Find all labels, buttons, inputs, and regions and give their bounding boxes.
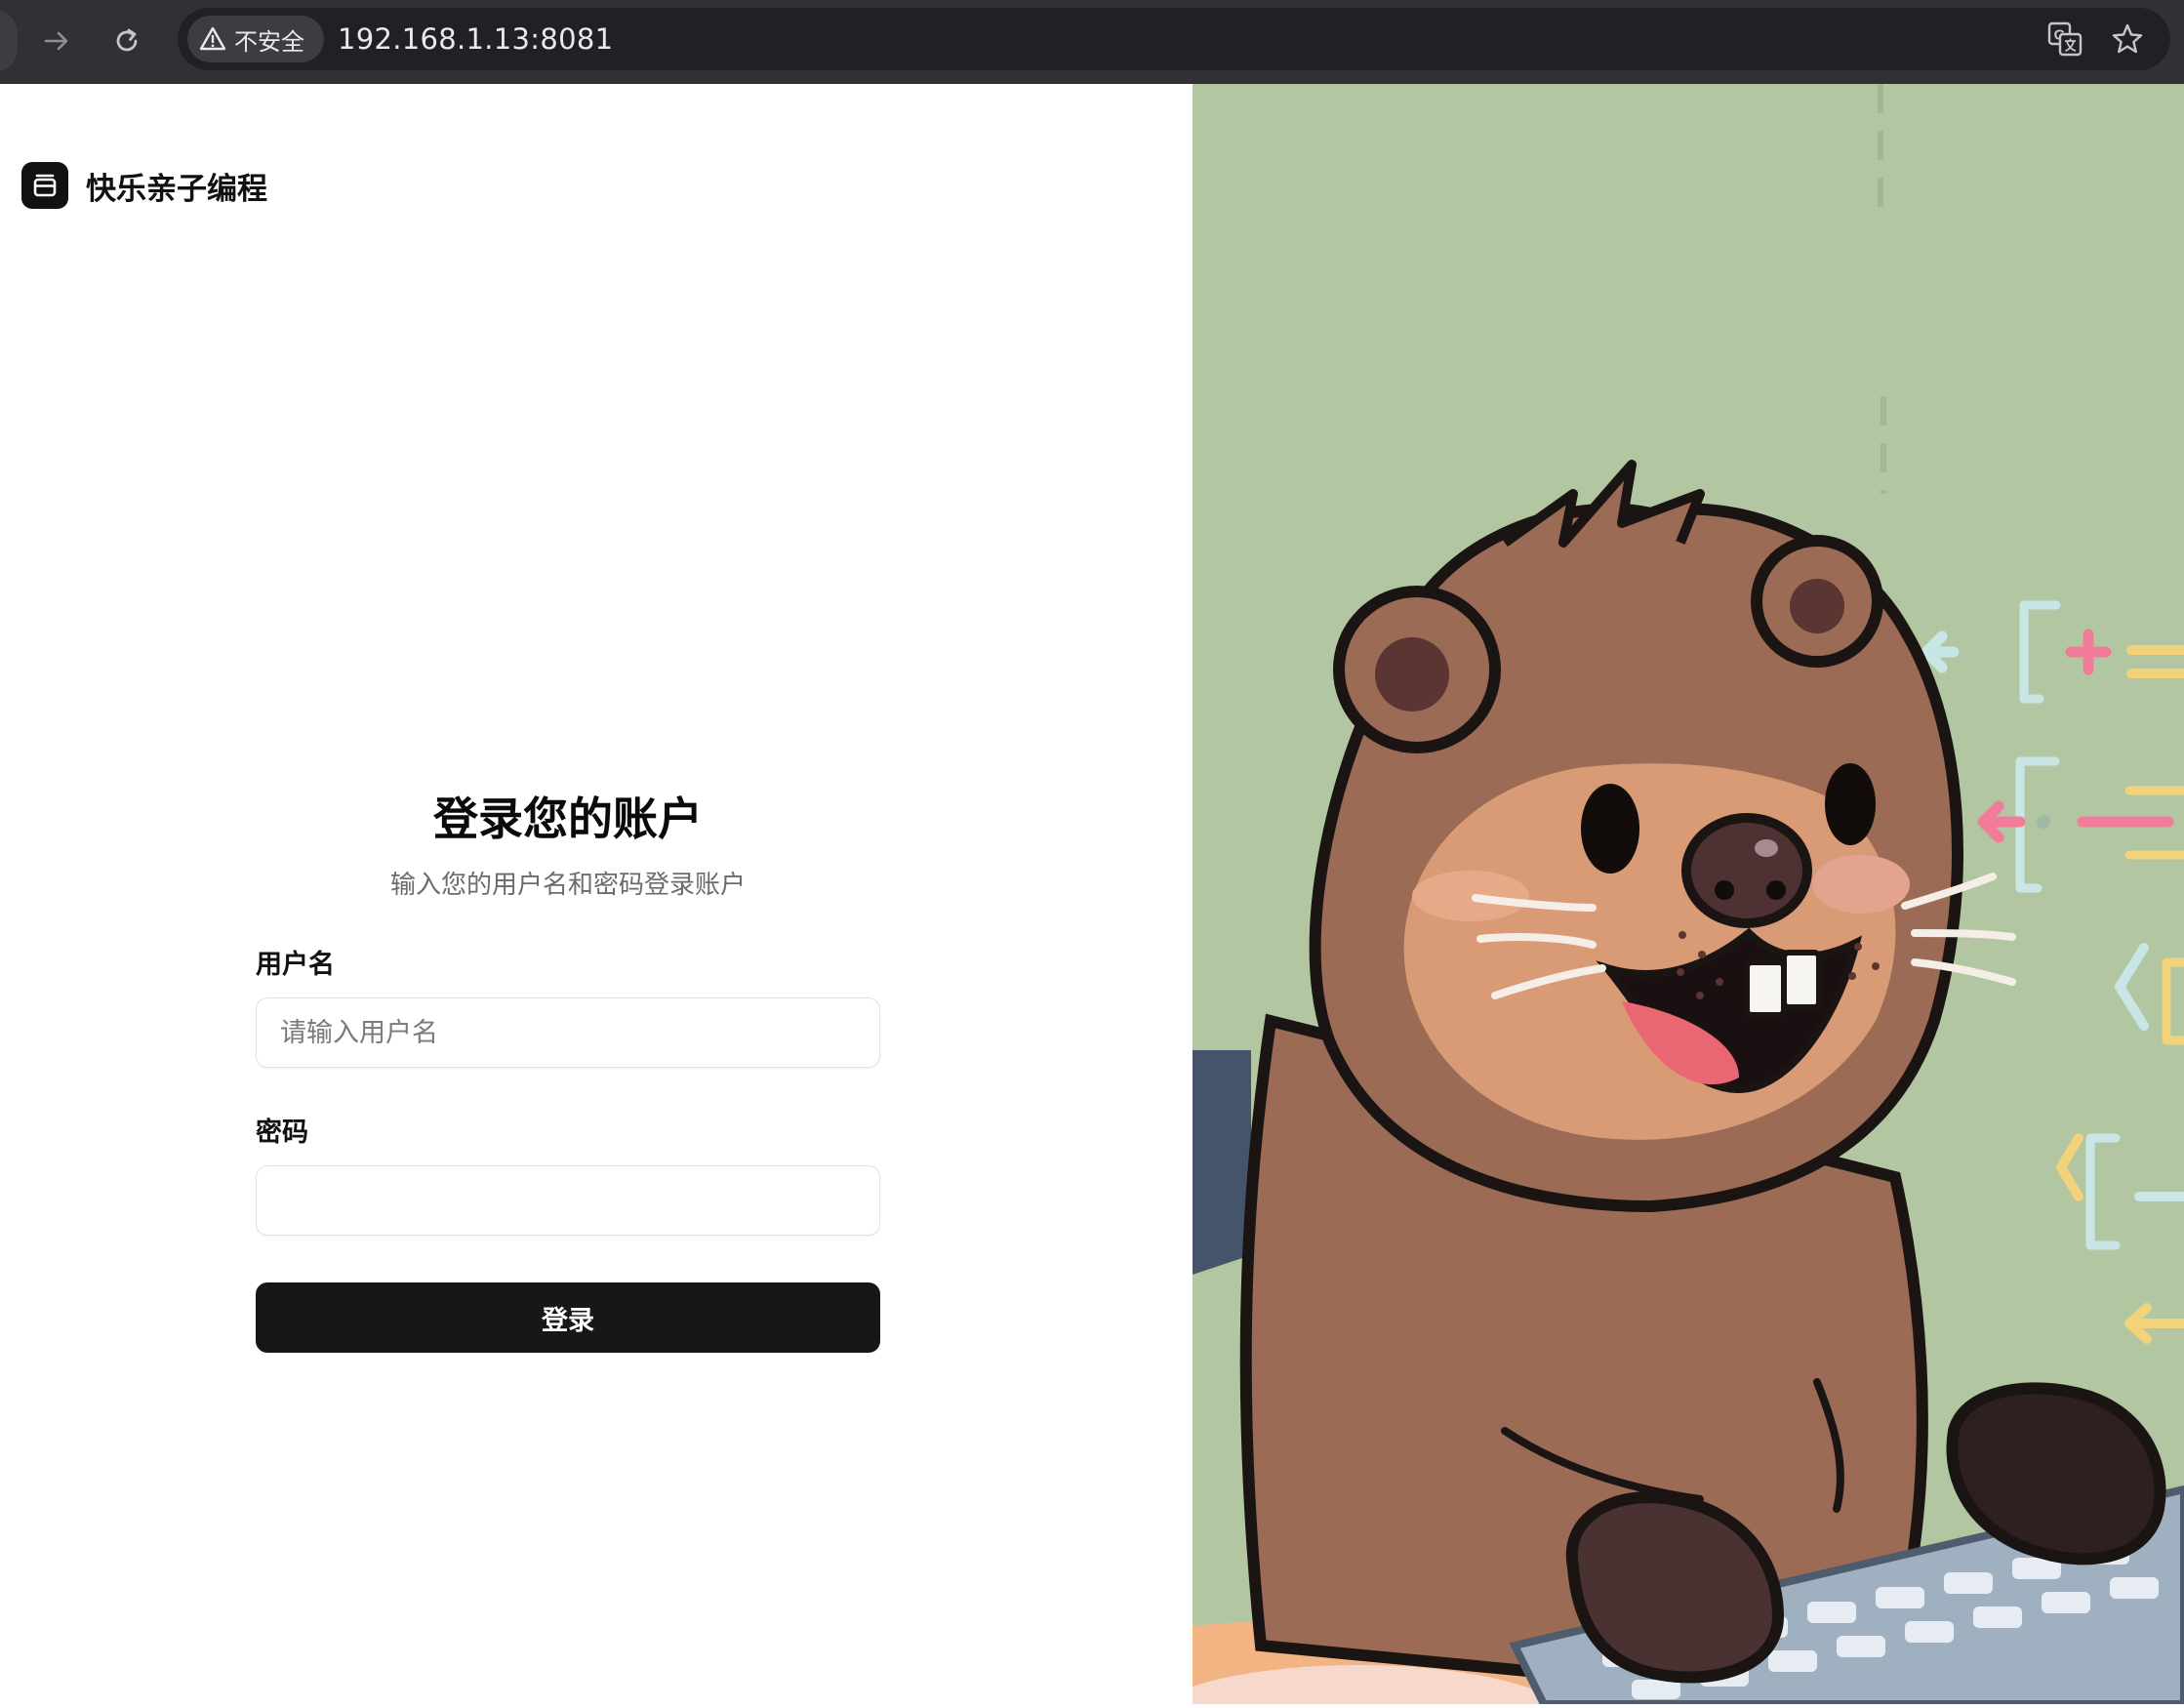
password-label: 密码 bbox=[256, 1118, 308, 1148]
forward-button[interactable] bbox=[29, 14, 84, 68]
bookmark-button[interactable] bbox=[2106, 18, 2149, 61]
reload-icon bbox=[116, 28, 138, 52]
warning-icon bbox=[199, 26, 226, 51]
gallery-icon bbox=[21, 162, 68, 209]
arrow-right-icon bbox=[44, 31, 68, 51]
login-button[interactable]: 登录 bbox=[256, 1282, 880, 1353]
url-text[interactable]: 192.168.1.13:8081 bbox=[338, 8, 613, 70]
login-panel: 快乐亲子编程 登录您的账户 输入您的用户名和密码登录账户 用户名 密码 登录 bbox=[0, 84, 1193, 1704]
login-subtitle: 输入您的用户名和密码登录账户 bbox=[389, 871, 746, 900]
translate-icon: G bbox=[2047, 21, 2083, 57]
back-button[interactable] bbox=[0, 10, 18, 72]
browser-toolbar: 不安全 192.168.1.13:8081 G bbox=[0, 0, 2184, 84]
reload-button[interactable] bbox=[100, 14, 154, 68]
login-title: 登录您的账户 bbox=[433, 793, 703, 845]
beaver-image bbox=[1151, 84, 2184, 1708]
address-bar[interactable]: 不安全 192.168.1.13:8081 G bbox=[178, 8, 2170, 70]
security-label: 不安全 bbox=[234, 27, 304, 56]
translate-button[interactable]: G bbox=[2043, 18, 2086, 61]
username-label: 用户名 bbox=[256, 950, 335, 980]
security-indicator[interactable]: 不安全 bbox=[187, 16, 324, 62]
brand: 快乐亲子编程 bbox=[21, 162, 267, 209]
password-input[interactable] bbox=[256, 1165, 880, 1236]
brand-name: 快乐亲子编程 bbox=[86, 171, 267, 207]
star-icon bbox=[2112, 23, 2143, 54]
username-input[interactable] bbox=[256, 997, 880, 1068]
beaver-illustration bbox=[1151, 84, 2184, 1708]
